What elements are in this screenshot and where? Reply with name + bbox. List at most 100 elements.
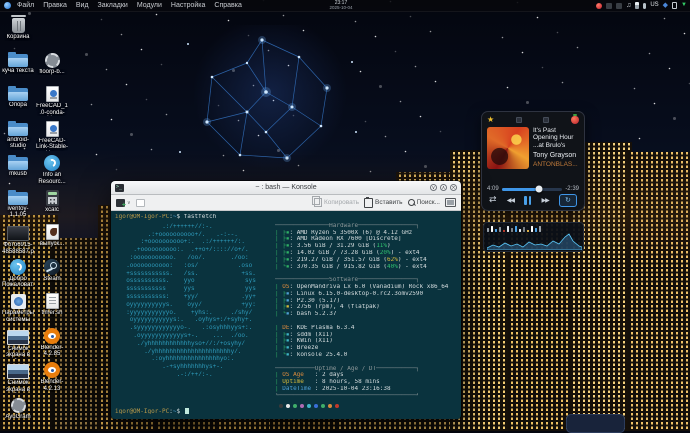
desktop-icon[interactable]: Корзина bbox=[2, 16, 34, 41]
app-icon bbox=[11, 294, 26, 309]
menu-item[interactable]: Закладки bbox=[98, 2, 128, 9]
next-button[interactable]: ▶▶ bbox=[541, 197, 548, 204]
menu-item[interactable]: Файл bbox=[17, 2, 34, 9]
desktop-icon[interactable]: Blender-4.2.13 bbox=[36, 361, 68, 392]
desktop-icon[interactable]: выпуск... bbox=[36, 223, 68, 248]
paste-button[interactable]: Вставить bbox=[364, 198, 403, 208]
folder-icon bbox=[8, 88, 28, 101]
desktop-icon-label: FreeCAD-Link-Stable-Lin... bbox=[36, 138, 68, 151]
fastfetch-line: │ ├▪: 2756 (rpm), 4 (flatpak) bbox=[275, 304, 457, 311]
lyrics-icon[interactable] bbox=[543, 117, 549, 123]
desktop-icon-label: Снимок экрана в 2... bbox=[2, 380, 34, 393]
monitor-bars bbox=[487, 225, 580, 232]
desktop-icon-label: Снимок экрана в 2... bbox=[2, 346, 34, 359]
search-button[interactable]: Поиск... bbox=[408, 199, 440, 206]
desktop-icon[interactable]: Снимок экрана в 2... bbox=[2, 327, 34, 359]
desktop-icon[interactable]: iventoy-1.1.05 bbox=[2, 189, 34, 219]
color-dot bbox=[279, 404, 283, 408]
updates-arrow-icon[interactable]: ▼ bbox=[681, 2, 687, 9]
system-monitor-widget[interactable] bbox=[483, 222, 584, 252]
desktop-icon-label: Info an Resourc... bbox=[36, 172, 68, 185]
menu-item[interactable]: Вид bbox=[76, 2, 89, 9]
seek-slider[interactable] bbox=[502, 188, 563, 191]
desktop-icon[interactable]: AyuGram bbox=[2, 396, 34, 421]
desktop-icon[interactable]: xcalc bbox=[36, 189, 68, 214]
favorite-star-icon[interactable]: ★ bbox=[487, 116, 494, 124]
settings-icon[interactable] bbox=[445, 198, 456, 207]
playlist-icon[interactable] bbox=[516, 117, 522, 123]
color-dot bbox=[328, 404, 332, 408]
desktop-icon[interactable]: FreeCAD_1.0-conda-Li... bbox=[36, 85, 68, 116]
desktop-icon[interactable]: Info an Resourc... bbox=[36, 154, 68, 185]
desktop-icon[interactable]: Опора bbox=[2, 85, 34, 109]
desktop-icon[interactable]: Снимок экрана в 2... bbox=[2, 361, 34, 393]
repeat-button[interactable]: ↻ bbox=[559, 194, 577, 207]
desktop-icon[interactable]: Blender-4.2.85 bbox=[36, 327, 68, 358]
desktop-icon-label: FreeCAD_1.0-conda-Li... bbox=[36, 103, 68, 116]
menu-item[interactable]: Модули bbox=[137, 2, 162, 9]
fastfetch-line: │ DE: KDE Plasma 6.3.4 bbox=[275, 325, 457, 332]
desktop-icon[interactable]: FreeCAD-Link-Stable-Lin... bbox=[36, 120, 68, 151]
fastfetch-line: │ └▪: konsole 25.4.0 bbox=[275, 352, 457, 359]
battery-icon[interactable] bbox=[635, 2, 639, 9]
close-button[interactable]: × bbox=[450, 184, 457, 191]
desktop-icon[interactable]: android-studio bbox=[2, 120, 34, 150]
desktop-icon[interactable]: mkusb bbox=[2, 154, 34, 178]
desktop-icon[interactable]: куча текста bbox=[2, 51, 34, 75]
blue-circle-icon bbox=[10, 259, 26, 275]
notifier-icon[interactable] bbox=[596, 3, 602, 9]
desktop-icon[interactable]: Фото6915-48588587.png bbox=[2, 223, 34, 255]
desktop-icon[interactable]: Параметры системы bbox=[2, 292, 34, 323]
shuffle-button[interactable]: ⇄ bbox=[489, 196, 497, 205]
menu-item[interactable]: Правка bbox=[43, 2, 67, 9]
fastfetch-line: │ ├▪: Linux 6.15.0-desktop-0.rc2.3omv259… bbox=[275, 291, 457, 298]
seek-knob[interactable] bbox=[535, 186, 542, 193]
copy-button[interactable]: Копировать bbox=[314, 198, 359, 207]
pause-button[interactable] bbox=[524, 196, 531, 205]
maximize-button[interactable]: ∧ bbox=[440, 184, 447, 191]
media-player-tray-icon[interactable]: ♫ bbox=[626, 2, 631, 9]
player-header: ★ bbox=[482, 112, 584, 126]
tray-app-icon[interactable] bbox=[606, 3, 612, 9]
media-player-widget: ★ It's Past Opening Hour ...at Brulo's T… bbox=[481, 111, 585, 211]
terminal-screen[interactable]: igor@OM-Igor-PC:~$ fastfetch .:/++++++//… bbox=[111, 211, 461, 419]
system-tray: ♫ US ◆ ▼ bbox=[596, 0, 687, 11]
calc-icon bbox=[46, 190, 59, 206]
desktop-icon-label: куча текста bbox=[2, 68, 34, 75]
album-art[interactable] bbox=[487, 127, 529, 169]
color-dot bbox=[307, 404, 311, 408]
color-dot bbox=[335, 404, 339, 408]
panel-stub[interactable] bbox=[566, 414, 625, 433]
network-icon[interactable]: ◆ bbox=[663, 2, 668, 9]
desktop-icon[interactable]: timer.sh bbox=[36, 292, 68, 317]
desktop-icon-label: Корзина bbox=[2, 34, 34, 41]
strawberry-player-icon[interactable] bbox=[571, 116, 579, 124]
fastfetch-line: ───────────────Software────────────────┐ bbox=[275, 277, 457, 284]
keyboard-layout-indicator[interactable]: US bbox=[650, 2, 658, 9]
menu-item[interactable]: Справка bbox=[214, 2, 241, 9]
desktop-icon-label: Steam bbox=[36, 276, 68, 283]
split-view-icon[interactable] bbox=[136, 199, 145, 207]
new-tab-button[interactable]: ∨ bbox=[116, 199, 131, 207]
blender-icon bbox=[44, 362, 60, 378]
doc-text-icon bbox=[46, 293, 59, 309]
tray-app-icon[interactable] bbox=[616, 3, 622, 9]
desktop-icon-label: Blender-4.2.13 bbox=[36, 379, 68, 392]
menu-item[interactable]: Настройка bbox=[171, 2, 205, 9]
konsole-window: ~ : bash — Konsole ∨ ∧ × ∨ Копировать Вс… bbox=[111, 181, 461, 419]
window-titlebar[interactable]: ~ : bash — Konsole ∨ ∧ × bbox=[111, 181, 461, 195]
desktop-icon[interactable]: Добро Пожаловат... bbox=[2, 258, 34, 289]
desktop-icon[interactable]: floorp-b... bbox=[36, 51, 68, 76]
fastfetch-line: │ ├▪: AMD Radeon RX 7600 [Discrete] bbox=[275, 236, 457, 243]
fastfetch-line: │ ├▪: 3.56 GiB / 31.29 GiB (11%) bbox=[275, 243, 457, 250]
desktop-icon-label: выпуск... bbox=[36, 241, 68, 248]
clock[interactable]: 23:17 2025-10-04 bbox=[318, 1, 364, 11]
minimize-button[interactable]: ∨ bbox=[430, 184, 437, 191]
microphone-icon[interactable] bbox=[643, 3, 646, 9]
fastfetch-line bbox=[275, 318, 457, 325]
app-logo-icon[interactable] bbox=[4, 2, 11, 9]
blender-icon bbox=[44, 328, 60, 344]
previous-button[interactable]: ◀◀ bbox=[507, 197, 514, 204]
desktop-icon[interactable]: Steam bbox=[36, 258, 68, 283]
clipboard-icon[interactable] bbox=[672, 2, 677, 9]
